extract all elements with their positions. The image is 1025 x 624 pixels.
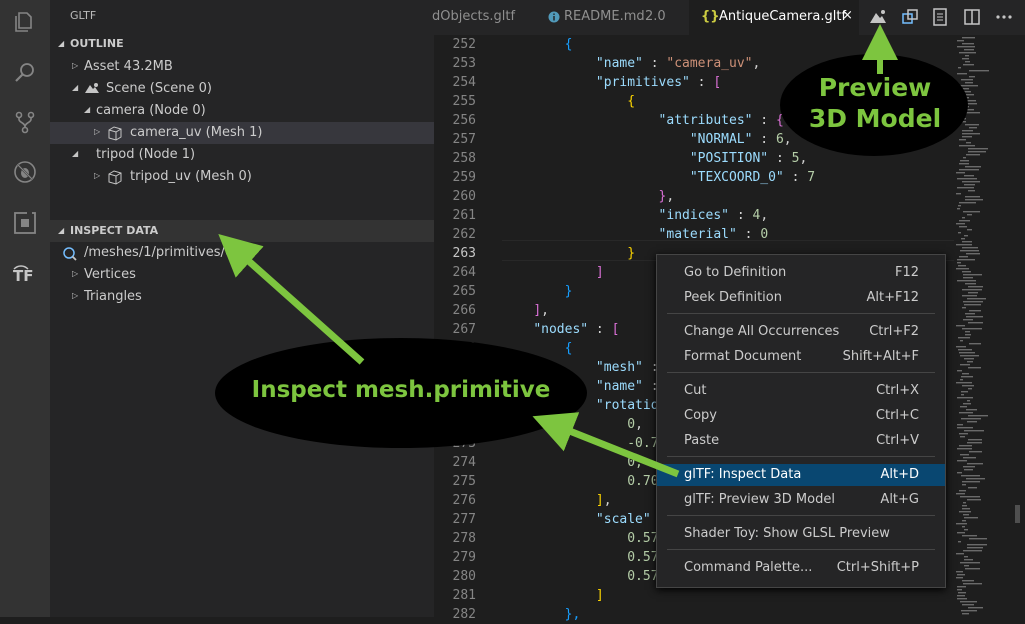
inspect-arrow-up xyxy=(218,234,365,365)
annotation-arrows xyxy=(218,24,898,478)
inspect-arrow-left xyxy=(532,412,680,478)
